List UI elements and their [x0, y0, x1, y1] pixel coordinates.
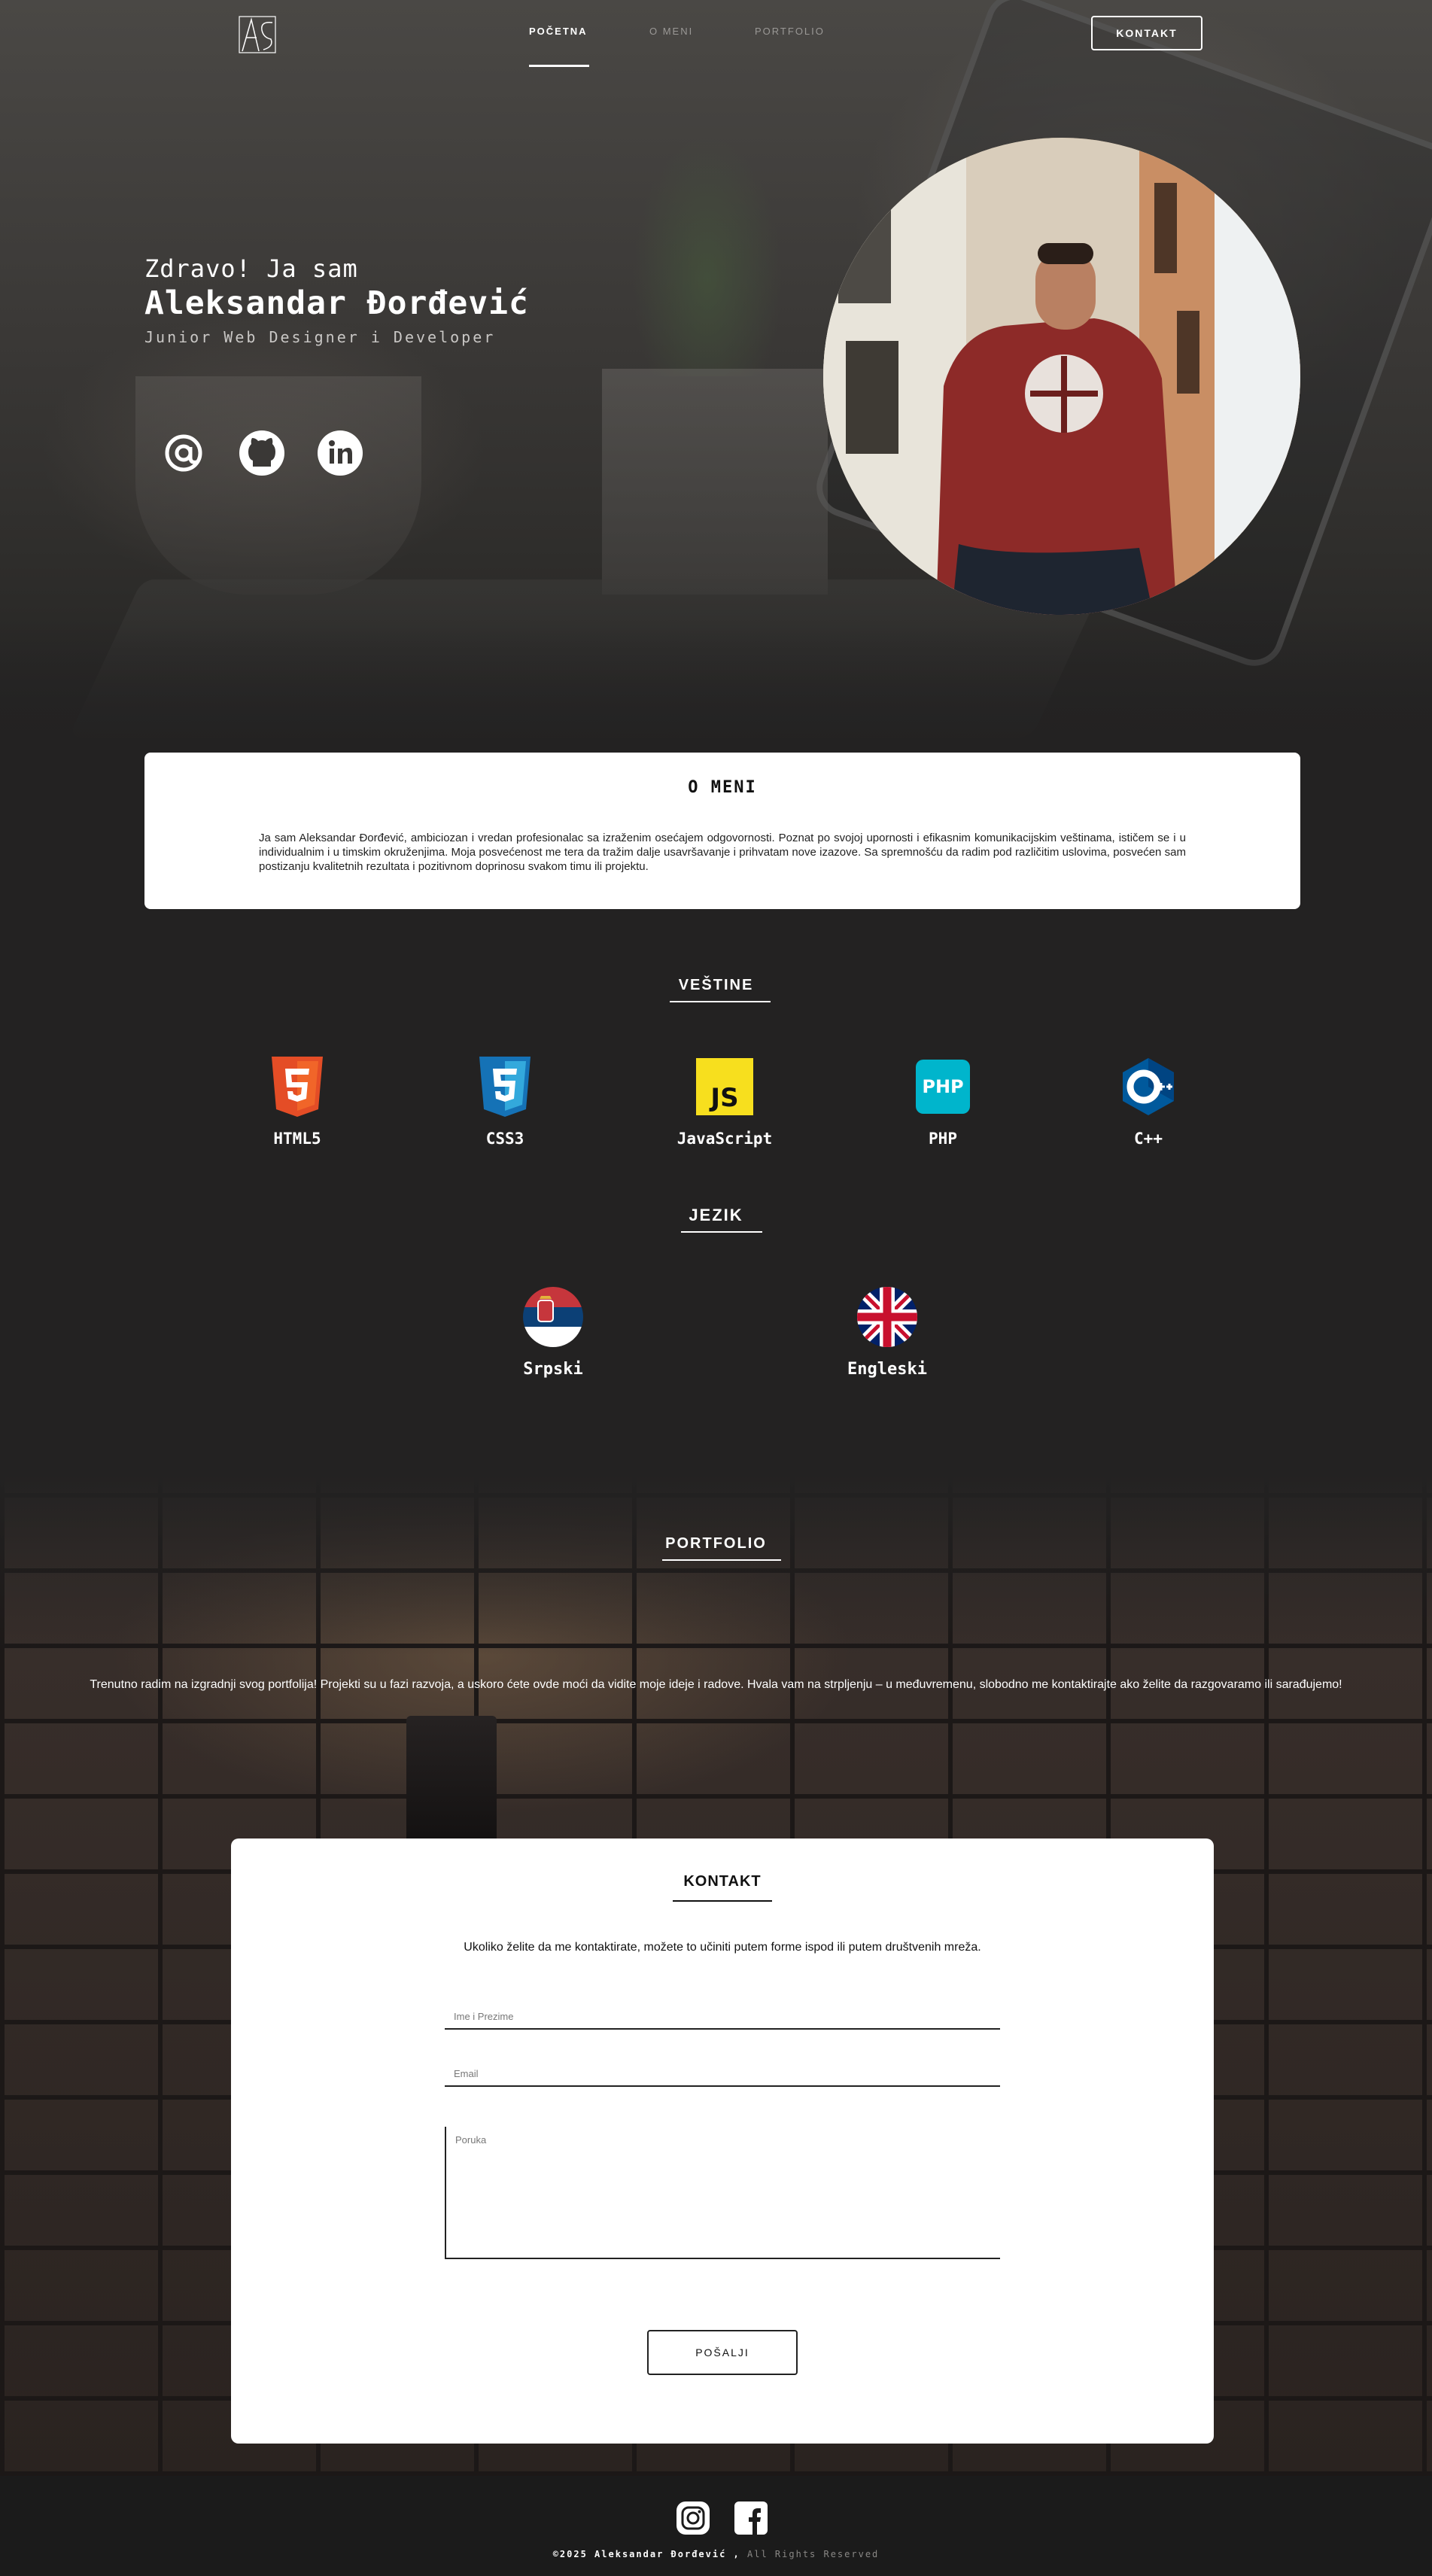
instagram-icon[interactable]: [676, 2501, 710, 2535]
about-title: O MENI: [688, 778, 757, 797]
about-text: Ja sam Aleksandar Đorđević, ambiciozan i…: [259, 832, 1186, 873]
contact-card: KONTAKT Ukoliko želite da me kontaktirat…: [231, 1838, 1214, 2444]
css3-icon: [479, 1057, 531, 1117]
serbia-flag-icon: [523, 1287, 583, 1347]
as-monogram-logo[interactable]: [238, 15, 277, 54]
languages-title: JEZIK: [689, 1206, 743, 1224]
hero-fade: [0, 617, 1432, 753]
portfolio-title-underline: [662, 1559, 781, 1561]
copyright: ©2025 Aleksandar Đorđević , All Rights R…: [0, 2549, 1432, 2559]
facebook-icon[interactable]: [734, 2501, 768, 2535]
cplusplus-icon: [1123, 1058, 1174, 1115]
language-label: Engleski: [847, 1360, 927, 1379]
skill-label: HTML5: [273, 1130, 321, 1148]
skill-html5: HTML5: [222, 1057, 372, 1148]
nav-link-o-meni[interactable]: O MENI: [649, 26, 693, 37]
portfolio-title: PORTFOLIO: [665, 1535, 767, 1552]
at-sign-icon[interactable]: [160, 429, 208, 477]
hero-greeting: Zdravo! Ja sam: [144, 254, 358, 283]
skill-label: JavaScript: [676, 1130, 773, 1148]
skill-label: CSS3: [485, 1130, 524, 1148]
skill-label: PHP: [929, 1130, 957, 1148]
message-field[interactable]: [445, 2127, 1000, 2259]
svg-text:JS: JS: [709, 1083, 738, 1113]
github-icon[interactable]: [238, 429, 286, 477]
php-icon: PHP: [916, 1060, 970, 1114]
contact-title: KONTAKT: [683, 1873, 762, 1890]
skill-cplusplus: C++: [1073, 1057, 1224, 1148]
hero-role: Junior Web Designer i Developer: [144, 328, 496, 346]
linkedin-icon[interactable]: [316, 429, 364, 477]
contact-title-underline: [673, 1900, 772, 1902]
languages-title-underline: [681, 1231, 762, 1233]
lamp-background-shape: [406, 1716, 497, 1851]
contact-intro: Ukoliko želite da me kontaktirate, možet…: [464, 1941, 981, 1954]
language-label: Srpski: [523, 1360, 583, 1379]
name-field[interactable]: [445, 2004, 1000, 2030]
email-field[interactable]: [445, 2061, 1000, 2087]
html5-icon: [272, 1057, 323, 1117]
svg-text:PHP: PHP: [922, 1076, 963, 1097]
hero-name: Aleksandar Đorđević: [144, 284, 529, 322]
skill-css3: CSS3: [430, 1057, 580, 1148]
javascript-icon: JS: [696, 1058, 753, 1115]
skill-label: C++: [1134, 1130, 1163, 1148]
plant-background-shape: [632, 135, 783, 376]
footer: [0, 2476, 1432, 2576]
send-button[interactable]: POŠALJI: [647, 2330, 798, 2375]
language-srpski: Srpski: [478, 1287, 628, 1379]
kontakt-button[interactable]: KONTAKT: [1091, 16, 1202, 50]
skills-title-underline: [670, 1001, 771, 1002]
skill-javascript: JS JavaScript: [649, 1057, 800, 1148]
language-engleski: Engleski: [812, 1283, 962, 1379]
copyright-owner: ©2025 Aleksandar Đorđević ,: [552, 2549, 740, 2559]
uk-flag-icon: [853, 1283, 921, 1351]
skills-title: VEŠTINE: [678, 977, 754, 993]
nav-link-pocetna[interactable]: POČETNA: [529, 26, 588, 37]
nav-active-indicator: [529, 65, 589, 67]
profile-photo: [823, 138, 1300, 615]
cup-background-shape: [135, 376, 421, 595]
plant-pot-background-shape: [602, 369, 828, 595]
copyright-rights: All Rights Reserved: [747, 2549, 880, 2559]
skill-php: PHP PHP: [868, 1057, 1018, 1148]
portfolio-text: Trenutno radim na izgradnji svog portfol…: [90, 1678, 1342, 1691]
nav-link-portfolio[interactable]: PORTFOLIO: [755, 26, 825, 37]
about-card: O MENI Ja sam Aleksandar Đorđević, ambic…: [144, 753, 1300, 909]
